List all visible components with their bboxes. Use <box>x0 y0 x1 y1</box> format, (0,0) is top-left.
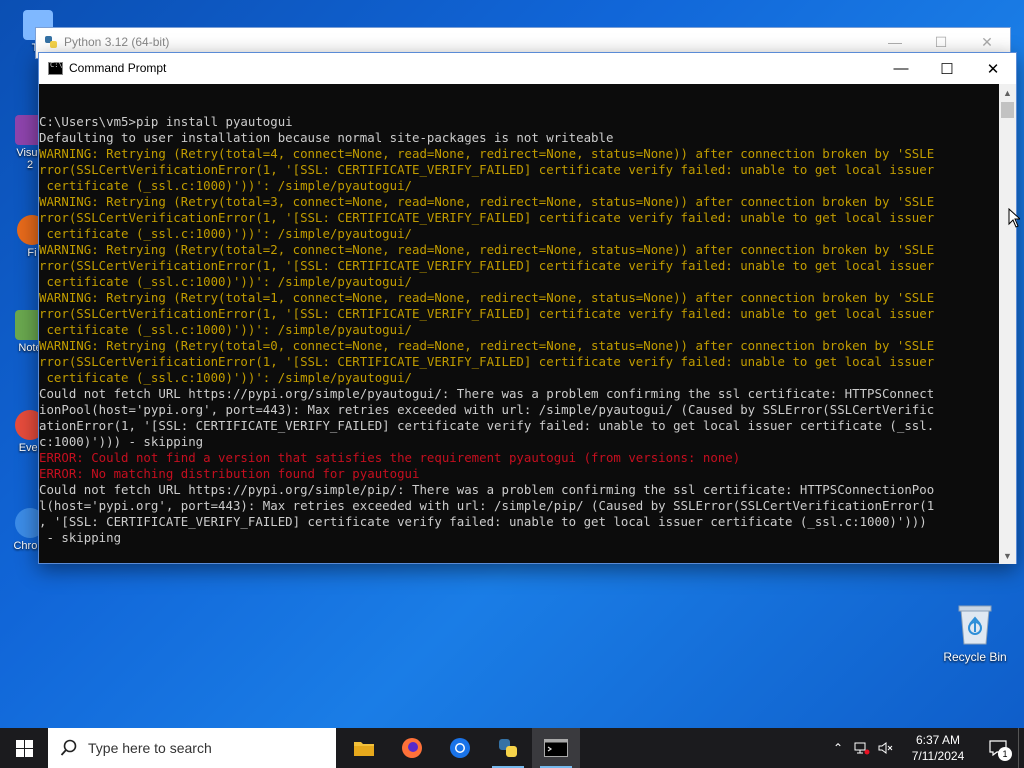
notification-count-badge: 1 <box>998 747 1012 761</box>
show-desktop-button[interactable] <box>1018 728 1024 768</box>
clock-date: 7/11/2024 <box>911 749 965 763</box>
firefox-icon <box>402 738 422 758</box>
scroll-down-arrow-icon[interactable]: ▼ <box>999 547 1016 564</box>
console-line: C:\Users\vm5> <box>39 562 1001 564</box>
taskbar-search-box[interactable]: Type here to search <box>48 728 336 768</box>
console-line: WARNING: Retrying (Retry(total=4, connec… <box>39 146 935 161</box>
recycle-bin-label: Recycle Bin <box>943 650 1007 664</box>
search-placeholder: Type here to search <box>88 740 212 756</box>
cmd-minimize-button[interactable]: — <box>878 53 924 84</box>
console-line: Could not fetch URL https://pypi.org/sim… <box>39 386 935 401</box>
console-line: WARNING: Retrying (Retry(total=0, connec… <box>39 338 935 353</box>
console-line: certificate (_ssl.c:1000)'))': /simple/p… <box>39 322 412 337</box>
console-output[interactable]: C:\Users\vm5>pip install pyautogui Defaul… <box>39 84 1001 564</box>
search-icon <box>60 739 77 756</box>
taskbar-firefox[interactable] <box>388 728 436 768</box>
volume-muted-icon[interactable] <box>874 728 898 768</box>
taskbar-clock[interactable]: 6:37 AM 7/11/2024 <box>898 732 978 764</box>
taskbar: Type here to search ⌃ 6:37 AM 7/11/2024 … <box>0 728 1024 768</box>
console-line: certificate (_ssl.c:1000)'))': /simple/p… <box>39 226 412 241</box>
console-line: ationError(1, '[SSL: CERTIFICATE_VERIFY_… <box>39 418 935 433</box>
console-line: c:1000)'))) - skipping <box>39 434 204 449</box>
system-tray: ⌃ 6:37 AM 7/11/2024 1 <box>826 728 1024 768</box>
console-line: certificate (_ssl.c:1000)'))': /simple/p… <box>39 370 412 385</box>
console-line: C:\Users\vm5>pip install pyautogui <box>39 114 293 129</box>
folder-icon <box>354 742 374 756</box>
console-line: , '[SSL: CERTIFICATE_VERIFY_FAILED] cert… <box>39 514 927 529</box>
console-line: rror(SSLCertVerificationError(1, '[SSL: … <box>39 210 935 225</box>
command-prompt-window[interactable]: Command Prompt — ☐ ✕ C:\Users\vm5>pip in… <box>38 52 1017 564</box>
console-line: certificate (_ssl.c:1000)'))': /simple/p… <box>39 274 412 289</box>
console-line: certificate (_ssl.c:1000)'))': /simple/p… <box>39 178 412 193</box>
show-hidden-icons-chevron-icon[interactable]: ⌃ <box>826 728 850 768</box>
console-line: l(host='pypi.org', port=443): Max retrie… <box>39 498 935 513</box>
console-line: Defaulting to user installation because … <box>39 130 614 145</box>
console-line: rror(SSLCertVerificationError(1, '[SSL: … <box>39 258 935 273</box>
console-line: ERROR: Could not find a version that sat… <box>39 450 741 465</box>
windows-logo-icon <box>15 739 33 757</box>
cmd-titlebar[interactable]: Command Prompt — ☐ ✕ <box>39 53 1016 84</box>
console-line: ionPool(host='pypi.org', port=443): Max … <box>39 402 935 417</box>
console-line: rror(SSLCertVerificationError(1, '[SSL: … <box>39 354 935 369</box>
cmd-close-button[interactable]: ✕ <box>970 53 1016 84</box>
clock-time: 6:37 AM <box>915 733 961 747</box>
chrome-icon <box>450 738 470 758</box>
cmd-maximize-button[interactable]: ☐ <box>924 53 970 84</box>
desktop-icon-recycle-bin[interactable]: Recycle Bin <box>940 600 1010 664</box>
scrollbar-thumb[interactable] <box>1001 102 1014 118</box>
network-icon[interactable] <box>850 728 874 768</box>
scroll-up-arrow-icon[interactable]: ▲ <box>999 84 1016 101</box>
recycle-bin-icon <box>958 605 992 645</box>
taskbar-chrome[interactable] <box>436 728 484 768</box>
console-line: - skipping <box>39 530 122 545</box>
console-line: WARNING: Retrying (Retry(total=2, connec… <box>39 242 935 257</box>
console-line: Could not fetch URL https://pypi.org/sim… <box>39 482 935 497</box>
python-window-title: Python 3.12 (64-bit) <box>64 35 170 49</box>
taskbar-file-explorer[interactable] <box>340 728 388 768</box>
console-line: WARNING: Retrying (Retry(total=1, connec… <box>39 290 935 305</box>
taskbar-command-prompt[interactable] <box>532 728 580 768</box>
python-icon <box>499 739 517 757</box>
console-line: WARNING: Retrying (Retry(total=3, connec… <box>39 194 935 209</box>
console-line: ERROR: No matching distribution found fo… <box>39 466 420 481</box>
console-line: rror(SSLCertVerificationError(1, '[SSL: … <box>39 306 935 321</box>
console-line: rror(SSLCertVerificationError(1, '[SSL: … <box>39 162 935 177</box>
cmd-window-title: Command Prompt <box>69 61 167 75</box>
console-scrollbar[interactable]: ▲ ▼ <box>999 84 1016 564</box>
python-icon <box>45 36 57 48</box>
start-button[interactable] <box>0 728 48 768</box>
cmd-icon <box>48 61 63 75</box>
action-center-button[interactable]: 1 <box>978 728 1018 768</box>
command-prompt-icon <box>544 739 568 757</box>
taskbar-python[interactable] <box>484 728 532 768</box>
mouse-cursor-icon <box>1008 208 1020 228</box>
